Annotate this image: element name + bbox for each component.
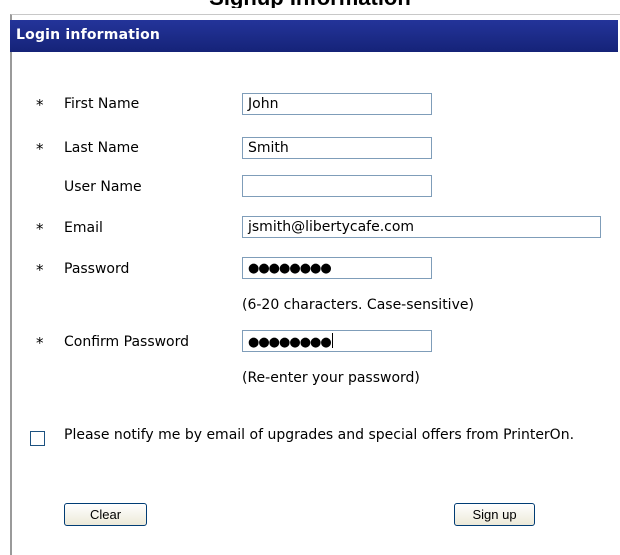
required-marker: * [36,334,44,352]
last-name-label: Last Name [64,140,139,156]
required-marker: * [36,261,44,279]
clear-button[interactable]: Clear [64,503,147,526]
text-cursor [331,333,333,348]
last-name-input[interactable]: Smith [242,137,432,159]
password-input[interactable]: ●●●●●●●● [242,257,432,279]
email-input[interactable]: jsmith@libertycafe.com [242,216,601,238]
confirm-password-mask: ●●●●●●●● [248,335,332,350]
section-header: Login information [10,20,618,52]
section-title: Login information [16,27,161,43]
sign-up-button[interactable]: Sign up [454,503,535,526]
user-name-label: User Name [64,179,142,195]
required-marker: * [36,220,44,238]
required-marker: * [36,96,44,114]
user-name-input[interactable] [242,175,432,197]
password-label: Password [64,261,130,277]
email-label: Email [64,220,103,236]
password-hint: (6-20 characters. Case-sensitive) [242,297,474,313]
password-mask: ●●●●●●●● [248,261,332,276]
confirm-password-hint: (Re-enter your password) [242,370,420,386]
notify-label: Please notify me by email of upgrades an… [64,427,575,443]
page-heading: Signup Information [0,0,620,8]
first-name-label: First Name [64,96,140,112]
confirm-password-input[interactable]: ●●●●●●●● [242,330,432,352]
first-name-input[interactable]: John [242,93,432,115]
confirm-password-label: Confirm Password [64,334,190,350]
notify-checkbox[interactable] [30,431,45,446]
required-marker: * [36,140,44,158]
